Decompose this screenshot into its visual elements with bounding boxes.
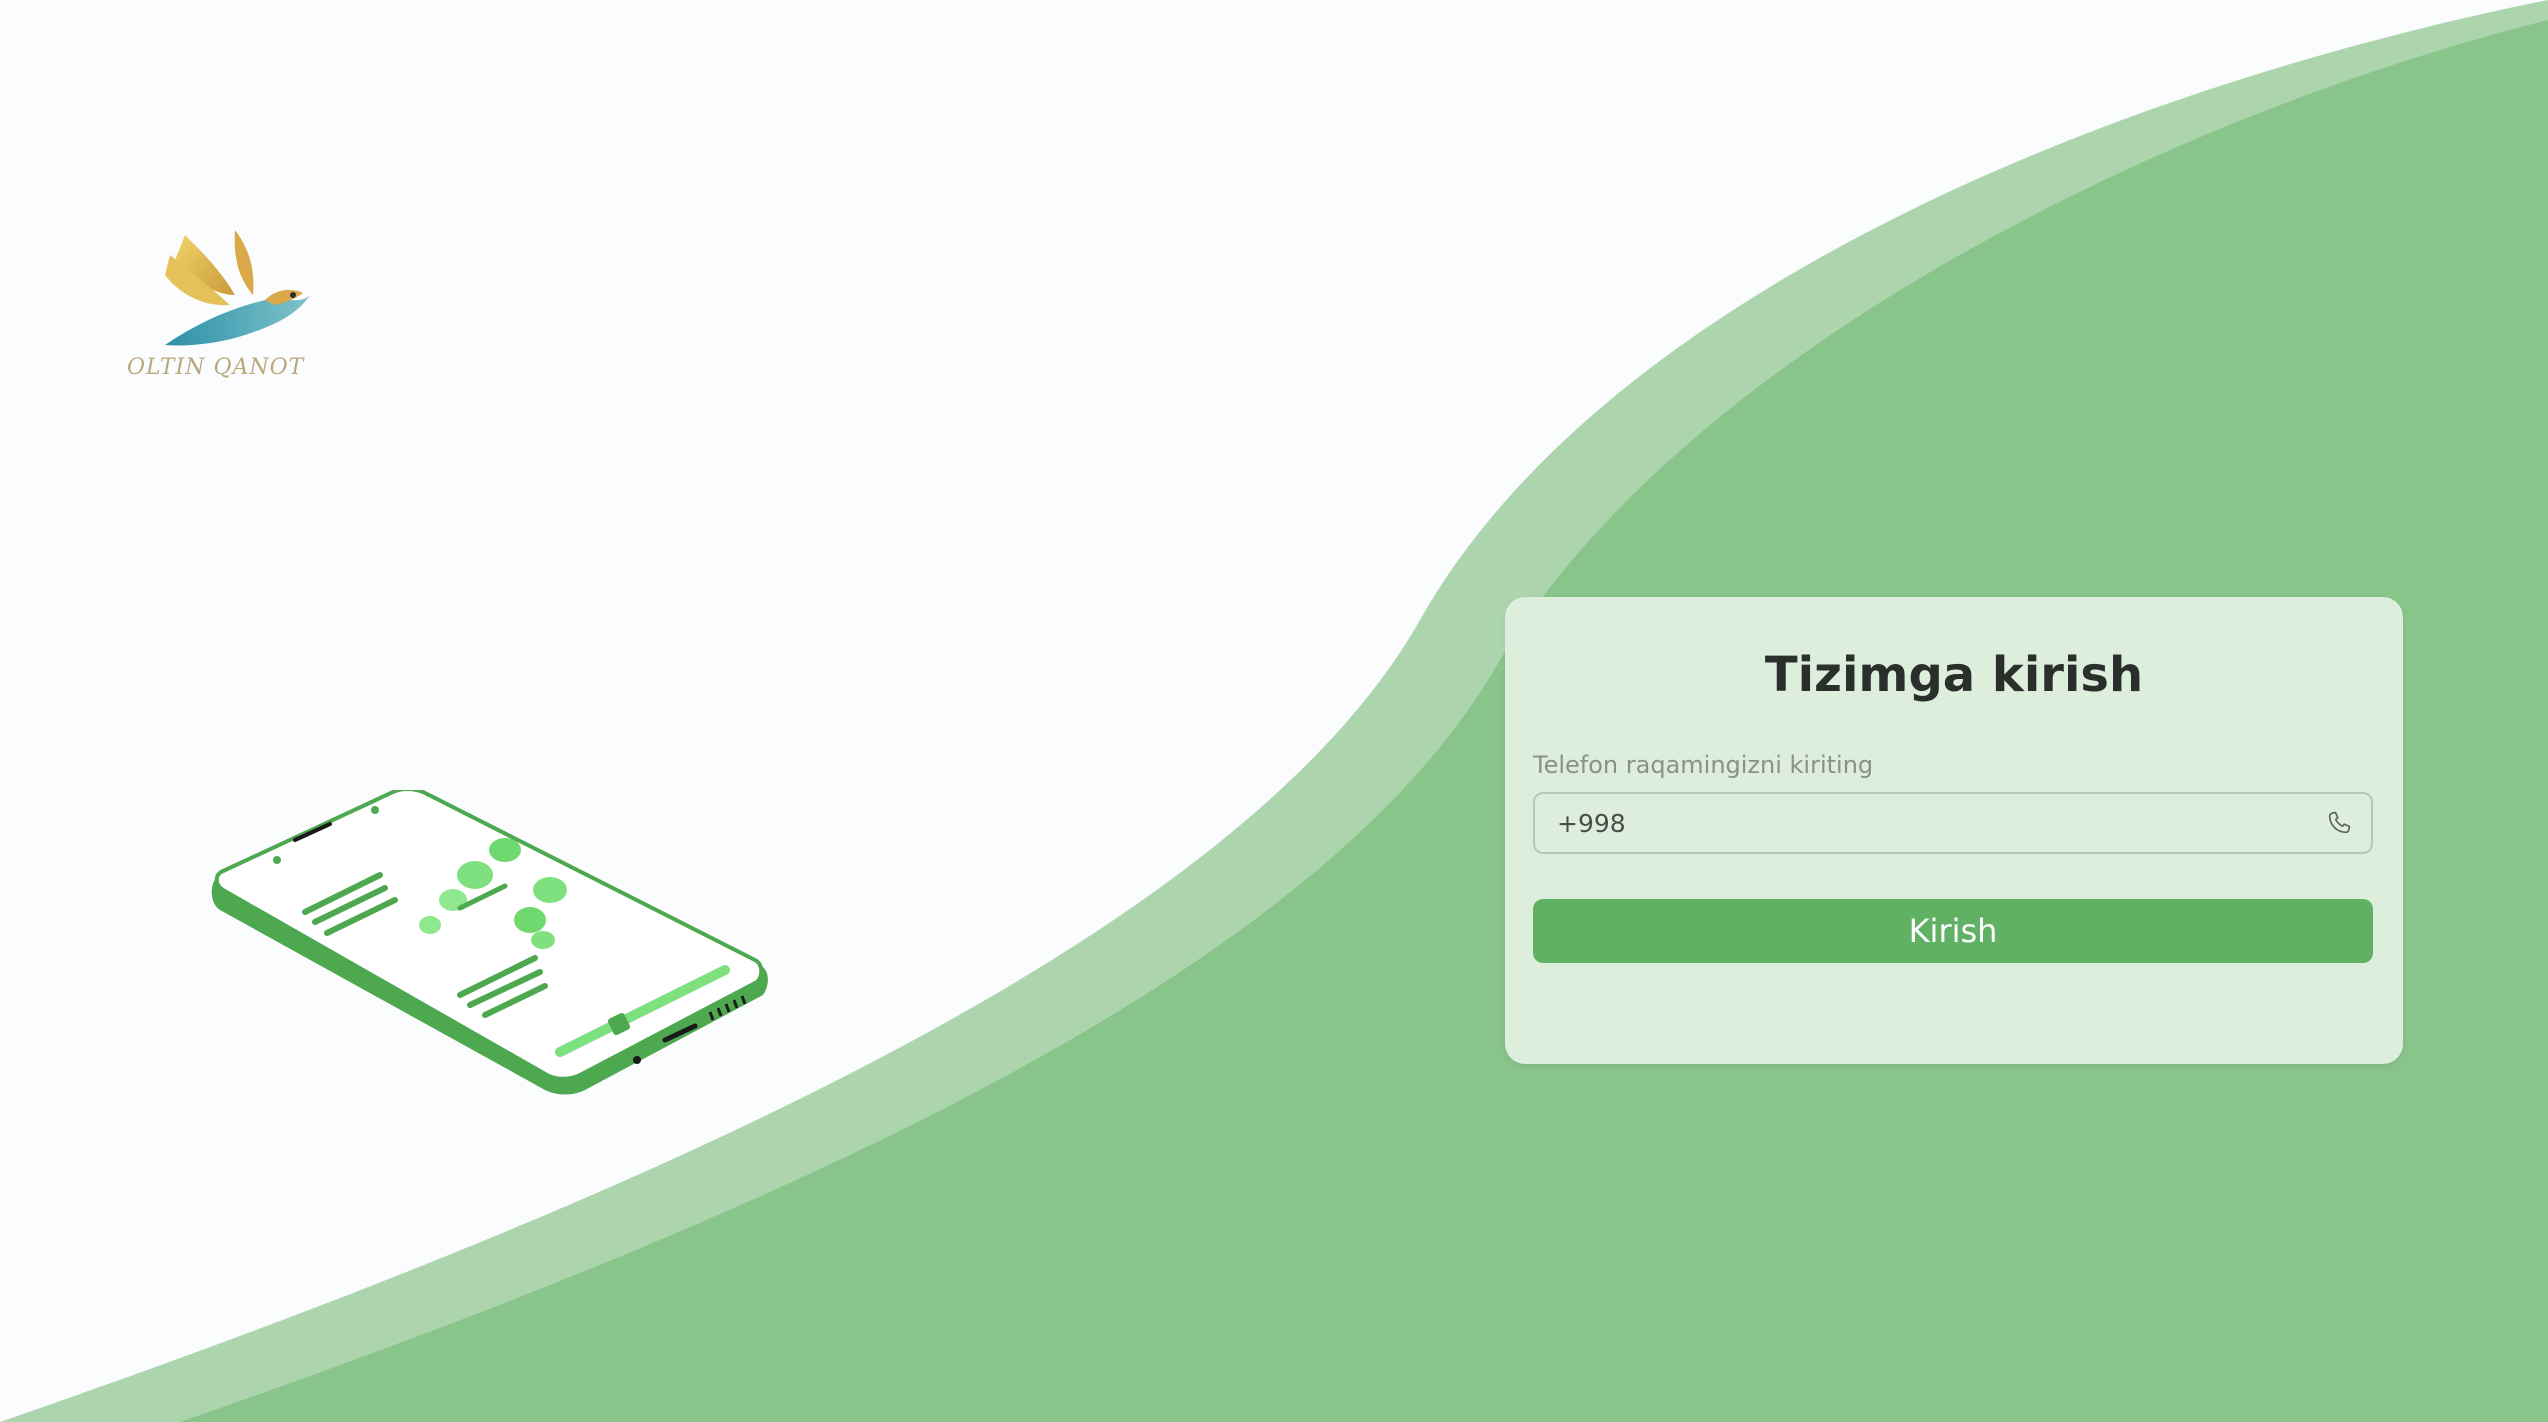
isometric-phone-illustration	[211, 790, 768, 1095]
bird-logo-icon	[165, 230, 310, 346]
login-button[interactable]: Kirish	[1533, 899, 2373, 963]
login-page: OLTIN QANOT Tizimga kirish Telefon raqam…	[0, 0, 2548, 1422]
phone-input[interactable]	[1557, 794, 2317, 852]
phone-icon	[2328, 811, 2351, 834]
login-title: Tizimga kirish	[1764, 647, 2144, 703]
phone-field[interactable]	[1533, 792, 2373, 854]
logo-text: OLTIN QANOT	[127, 355, 305, 380]
phone-field-label: Telefon raqamingizni kiriting	[1533, 751, 1874, 779]
login-card: Tizimga kirish Telefon raqamingizni kiri…	[1505, 597, 2403, 1064]
phone-camera	[371, 806, 379, 814]
brand-logo: OLTIN QANOT	[125, 225, 325, 395]
